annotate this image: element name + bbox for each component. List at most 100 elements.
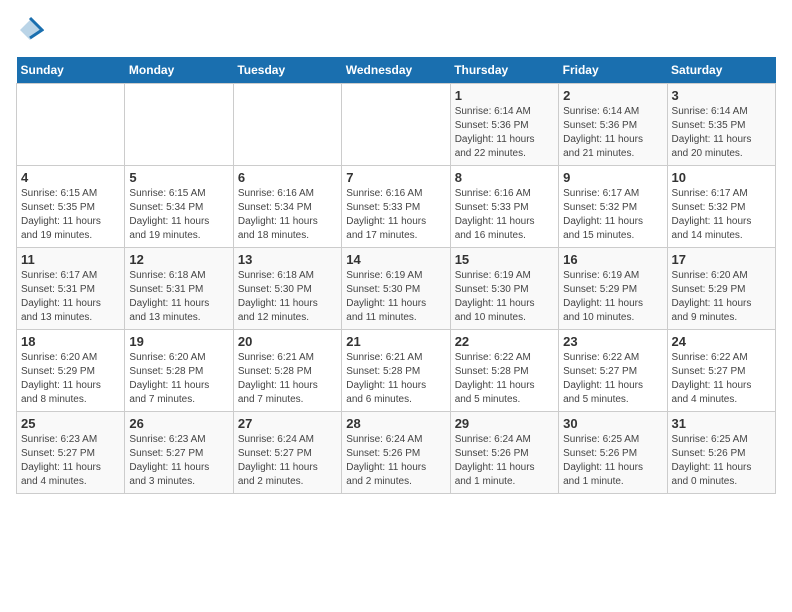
calendar-cell: 16 Sunrise: 6:19 AM Sunset: 5:29 PM Dayli…: [559, 248, 667, 330]
day-number: 31: [672, 416, 771, 431]
day-number: 23: [563, 334, 662, 349]
day-number: 26: [129, 416, 228, 431]
day-info: Sunrise: 6:15 AM Sunset: 5:34 PM Dayligh…: [129, 187, 228, 243]
day-info: Sunrise: 6:16 AM Sunset: 5:33 PM Dayligh…: [346, 187, 445, 243]
day-info: Sunrise: 6:16 AM Sunset: 5:33 PM Dayligh…: [455, 187, 554, 243]
day-number: 7: [346, 170, 445, 185]
calendar-cell: 18 Sunrise: 6:20 AM Sunset: 5:29 PM Dayli…: [17, 330, 125, 412]
day-info: Sunrise: 6:17 AM Sunset: 5:32 PM Dayligh…: [563, 187, 662, 243]
calendar-cell: [233, 84, 341, 166]
day-info: Sunrise: 6:14 AM Sunset: 5:35 PM Dayligh…: [672, 105, 771, 161]
day-info: Sunrise: 6:14 AM Sunset: 5:36 PM Dayligh…: [563, 105, 662, 161]
day-info: Sunrise: 6:24 AM Sunset: 5:27 PM Dayligh…: [238, 433, 337, 489]
day-info: Sunrise: 6:17 AM Sunset: 5:32 PM Dayligh…: [672, 187, 771, 243]
calendar-header-row: SundayMondayTuesdayWednesdayThursdayFrid…: [17, 57, 776, 84]
day-info: Sunrise: 6:19 AM Sunset: 5:29 PM Dayligh…: [563, 269, 662, 325]
logo-icon: [16, 16, 44, 49]
day-number: 16: [563, 252, 662, 267]
day-of-week-header: Wednesday: [342, 57, 450, 84]
day-number: 9: [563, 170, 662, 185]
calendar-week-row: 18 Sunrise: 6:20 AM Sunset: 5:29 PM Dayli…: [17, 330, 776, 412]
calendar-cell: 30 Sunrise: 6:25 AM Sunset: 5:26 PM Dayli…: [559, 412, 667, 494]
calendar-cell: 11Sunrise: 6:17 AM Sunset: 5:31 PM Dayli…: [17, 248, 125, 330]
day-number: 27: [238, 416, 337, 431]
day-info: Sunrise: 6:15 AM Sunset: 5:35 PM Dayligh…: [21, 187, 120, 243]
day-info: Sunrise: 6:14 AM Sunset: 5:36 PM Dayligh…: [455, 105, 554, 161]
day-info: Sunrise: 6:23 AM Sunset: 5:27 PM Dayligh…: [129, 433, 228, 489]
calendar-cell: 23 Sunrise: 6:22 AM Sunset: 5:27 PM Dayli…: [559, 330, 667, 412]
day-info: Sunrise: 6:24 AM Sunset: 5:26 PM Dayligh…: [346, 433, 445, 489]
day-number: 17: [672, 252, 771, 267]
calendar-cell: [17, 84, 125, 166]
day-info: Sunrise: 6:20 AM Sunset: 5:29 PM Dayligh…: [672, 269, 771, 325]
calendar-week-row: 11Sunrise: 6:17 AM Sunset: 5:31 PM Dayli…: [17, 248, 776, 330]
day-of-week-header: Thursday: [450, 57, 558, 84]
day-of-week-header: Monday: [125, 57, 233, 84]
day-number: 14: [346, 252, 445, 267]
calendar-cell: 21 Sunrise: 6:21 AM Sunset: 5:28 PM Dayli…: [342, 330, 450, 412]
day-info: Sunrise: 6:23 AM Sunset: 5:27 PM Dayligh…: [21, 433, 120, 489]
calendar-cell: 8 Sunrise: 6:16 AM Sunset: 5:33 PM Daylig…: [450, 166, 558, 248]
day-number: 20: [238, 334, 337, 349]
calendar-cell: 7 Sunrise: 6:16 AM Sunset: 5:33 PM Daylig…: [342, 166, 450, 248]
calendar-cell: 31Sunrise: 6:25 AM Sunset: 5:26 PM Dayli…: [667, 412, 775, 494]
calendar-cell: 22Sunrise: 6:22 AM Sunset: 5:28 PM Dayli…: [450, 330, 558, 412]
day-info: Sunrise: 6:25 AM Sunset: 5:26 PM Dayligh…: [563, 433, 662, 489]
day-number: 2: [563, 88, 662, 103]
calendar-cell: 29 Sunrise: 6:24 AM Sunset: 5:26 PM Dayli…: [450, 412, 558, 494]
calendar-cell: 2 Sunrise: 6:14 AM Sunset: 5:36 PM Daylig…: [559, 84, 667, 166]
calendar-table: SundayMondayTuesdayWednesdayThursdayFrid…: [16, 57, 776, 494]
day-number: 22: [455, 334, 554, 349]
calendar-cell: 12 Sunrise: 6:18 AM Sunset: 5:31 PM Dayli…: [125, 248, 233, 330]
day-number: 8: [455, 170, 554, 185]
day-info: Sunrise: 6:21 AM Sunset: 5:28 PM Dayligh…: [238, 351, 337, 407]
day-number: 19: [129, 334, 228, 349]
day-number: 28: [346, 416, 445, 431]
calendar-cell: 15 Sunrise: 6:19 AM Sunset: 5:30 PM Dayli…: [450, 248, 558, 330]
calendar-cell: 10 Sunrise: 6:17 AM Sunset: 5:32 PM Dayli…: [667, 166, 775, 248]
day-info: Sunrise: 6:22 AM Sunset: 5:27 PM Dayligh…: [672, 351, 771, 407]
day-info: Sunrise: 6:20 AM Sunset: 5:28 PM Dayligh…: [129, 351, 228, 407]
day-info: Sunrise: 6:16 AM Sunset: 5:34 PM Dayligh…: [238, 187, 337, 243]
day-info: Sunrise: 6:18 AM Sunset: 5:31 PM Dayligh…: [129, 269, 228, 325]
day-number: 21: [346, 334, 445, 349]
day-number: 6: [238, 170, 337, 185]
calendar-cell: 1Sunrise: 6:14 AM Sunset: 5:36 PM Daylig…: [450, 84, 558, 166]
day-number: 5: [129, 170, 228, 185]
day-info: Sunrise: 6:19 AM Sunset: 5:30 PM Dayligh…: [455, 269, 554, 325]
day-of-week-header: Friday: [559, 57, 667, 84]
calendar-cell: 9 Sunrise: 6:17 AM Sunset: 5:32 PM Daylig…: [559, 166, 667, 248]
day-number: 13: [238, 252, 337, 267]
day-info: Sunrise: 6:21 AM Sunset: 5:28 PM Dayligh…: [346, 351, 445, 407]
calendar-cell: 25 Sunrise: 6:23 AM Sunset: 5:27 PM Dayli…: [17, 412, 125, 494]
calendar-cell: 19 Sunrise: 6:20 AM Sunset: 5:28 PM Dayli…: [125, 330, 233, 412]
day-number: 10: [672, 170, 771, 185]
day-number: 18: [21, 334, 120, 349]
day-info: Sunrise: 6:20 AM Sunset: 5:29 PM Dayligh…: [21, 351, 120, 407]
day-info: Sunrise: 6:17 AM Sunset: 5:31 PM Dayligh…: [21, 269, 120, 325]
calendar-cell: 28 Sunrise: 6:24 AM Sunset: 5:26 PM Dayli…: [342, 412, 450, 494]
calendar-cell: 6 Sunrise: 6:16 AM Sunset: 5:34 PM Daylig…: [233, 166, 341, 248]
day-number: 29: [455, 416, 554, 431]
calendar-cell: 14 Sunrise: 6:19 AM Sunset: 5:30 PM Dayli…: [342, 248, 450, 330]
day-info: Sunrise: 6:22 AM Sunset: 5:27 PM Dayligh…: [563, 351, 662, 407]
day-number: 30: [563, 416, 662, 431]
day-info: Sunrise: 6:18 AM Sunset: 5:30 PM Dayligh…: [238, 269, 337, 325]
day-number: 3: [672, 88, 771, 103]
day-of-week-header: Tuesday: [233, 57, 341, 84]
day-number: 15: [455, 252, 554, 267]
calendar-cell: 4 Sunrise: 6:15 AM Sunset: 5:35 PM Daylig…: [17, 166, 125, 248]
day-info: Sunrise: 6:24 AM Sunset: 5:26 PM Dayligh…: [455, 433, 554, 489]
day-info: Sunrise: 6:19 AM Sunset: 5:30 PM Dayligh…: [346, 269, 445, 325]
calendar-cell: 27 Sunrise: 6:24 AM Sunset: 5:27 PM Dayli…: [233, 412, 341, 494]
logo: [16, 16, 48, 49]
day-number: 4: [21, 170, 120, 185]
calendar-cell: 13 Sunrise: 6:18 AM Sunset: 5:30 PM Dayli…: [233, 248, 341, 330]
calendar-cell: [125, 84, 233, 166]
calendar-cell: 3 Sunrise: 6:14 AM Sunset: 5:35 PM Daylig…: [667, 84, 775, 166]
day-number: 24: [672, 334, 771, 349]
page-header: [16, 16, 776, 49]
calendar-cell: 5 Sunrise: 6:15 AM Sunset: 5:34 PM Daylig…: [125, 166, 233, 248]
day-number: 25: [21, 416, 120, 431]
day-number: 12: [129, 252, 228, 267]
